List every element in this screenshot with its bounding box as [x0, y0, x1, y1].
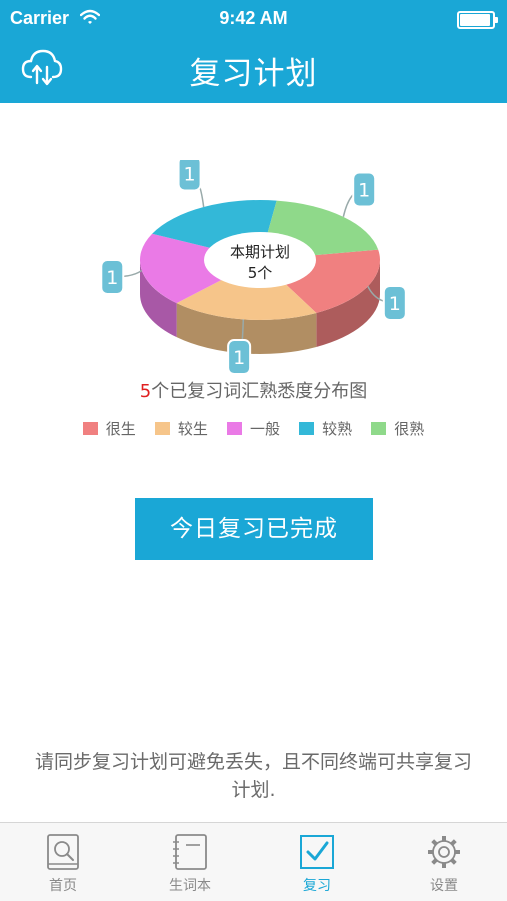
battery-icon — [457, 11, 498, 29]
notebook-icon — [173, 834, 207, 870]
status-time: 9:42 AM — [219, 8, 288, 28]
gear-icon — [428, 836, 460, 868]
tab-label: 设置 — [430, 878, 458, 894]
review-done-button[interactable]: 今日复习已完成 — [135, 498, 373, 560]
tab-label: 生词本 — [169, 878, 211, 894]
tab-label: 首页 — [49, 878, 77, 894]
page-title: 复习计划 — [189, 56, 318, 92]
legend-label: 很熟 — [394, 420, 425, 438]
tab-settings[interactable]: 设置 — [381, 823, 507, 901]
checkbox-icon — [300, 835, 334, 869]
pie-center-count: 5个 — [248, 264, 273, 282]
legend-item: 较熟 — [299, 418, 352, 439]
caption-text: 个已复习词汇熟悉度分布图 — [151, 381, 368, 402]
legend-swatch — [299, 422, 315, 435]
pie-value-label: 1 — [106, 267, 118, 289]
pie-value-label: 1 — [358, 180, 370, 202]
legend-item: 一般 — [226, 418, 280, 439]
legend-item: 很生 — [82, 418, 136, 439]
nav-bar: Carrier 9:42 AM 复习计划 — [0, 0, 507, 103]
legend-label: 一般 — [249, 420, 280, 438]
status-bar: Carrier 9:42 AM — [0, 0, 507, 36]
chart-legend: 很生 较生 一般 较熟 很熟 — [0, 418, 507, 439]
legend-swatch — [82, 422, 98, 435]
legend-swatch — [226, 422, 242, 435]
legend-label: 很生 — [105, 420, 136, 438]
tab-review[interactable]: 复习 — [254, 823, 380, 901]
tab-label: 复习 — [303, 878, 331, 894]
chart-caption: 5个已复习词汇熟悉度分布图 — [0, 377, 507, 403]
pie-value-label: 1 — [184, 163, 196, 185]
pie-chart-svg: 1 1 1 1 1 本期计划 5个 — [100, 155, 407, 376]
legend-swatch — [154, 422, 170, 435]
caption-count: 5 — [139, 381, 152, 402]
legend-item: 较生 — [154, 418, 208, 439]
pie-value-label: 1 — [389, 293, 401, 315]
legend-label: 较生 — [177, 420, 208, 438]
tab-home[interactable]: 首页 — [0, 823, 126, 901]
legend-item: 很熟 — [371, 418, 424, 439]
sync-hint-text: 请同步复习计划可避免丢失，且不同终端可共享复习计划. — [34, 751, 472, 801]
legend-swatch — [371, 422, 387, 435]
legend-label: 较熟 — [322, 420, 353, 438]
tab-vocabulary[interactable]: 生词本 — [127, 823, 253, 901]
pie-value-label: 1 — [233, 347, 245, 369]
familiarity-pie-chart: 1 1 1 1 1 本期计划 5个 — [0, 155, 507, 376]
book-search-icon — [47, 834, 79, 870]
tab-bar: 首页 生词本 复习 设置 — [0, 822, 507, 901]
pie-center-label: 本期计划 — [230, 243, 290, 261]
